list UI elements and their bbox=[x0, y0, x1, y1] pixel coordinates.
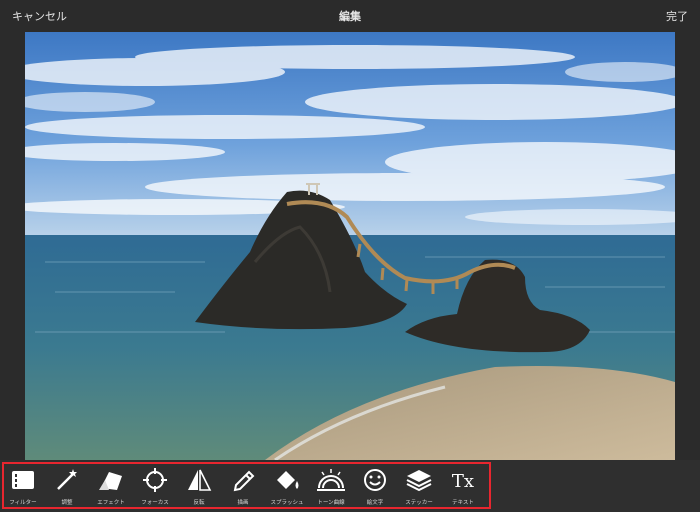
tool-tone-curve[interactable]: トーン曲線 bbox=[311, 466, 351, 508]
effect-icon bbox=[99, 472, 122, 490]
tool-splash[interactable]: スプラッシュ bbox=[267, 466, 307, 508]
focus-crosshair-icon bbox=[143, 468, 167, 492]
text-tx-icon: Tx bbox=[452, 471, 474, 492]
adjust-wand-icon bbox=[57, 469, 77, 490]
tool-filter[interactable]: フィルター bbox=[3, 466, 43, 508]
photo-canvas[interactable] bbox=[25, 32, 675, 460]
tone-curve-icon bbox=[317, 469, 345, 491]
tool-label: エフェクト bbox=[97, 500, 125, 506]
tool-label: ステッカー bbox=[405, 500, 433, 506]
filter-icon bbox=[12, 471, 34, 489]
photo-image bbox=[25, 32, 675, 460]
emoji-smiley-icon bbox=[364, 469, 386, 491]
flip-icon bbox=[188, 469, 212, 491]
tool-label: トーン曲線 bbox=[317, 500, 345, 506]
done-button[interactable]: 完了 bbox=[666, 8, 688, 24]
tool-sticker[interactable]: ステッカー bbox=[399, 466, 439, 508]
tool-label: フィルター bbox=[9, 500, 37, 506]
tool-label: 反転 bbox=[193, 500, 205, 506]
tool-focus[interactable]: フォーカス bbox=[135, 466, 175, 508]
tool-label: フォーカス bbox=[141, 500, 169, 506]
top-bar: キャンセル 編集 完了 bbox=[0, 0, 700, 32]
text-tool-glyph: Tx bbox=[452, 471, 474, 492]
tool-text[interactable]: Tx テキスト bbox=[443, 466, 483, 508]
tool-label: テキスト bbox=[452, 500, 474, 506]
tool-emoji[interactable]: 絵文字 bbox=[355, 466, 395, 508]
tool-adjust[interactable]: 調整 bbox=[47, 466, 87, 508]
sticker-layers-icon bbox=[406, 470, 432, 492]
tool-label: 絵文字 bbox=[366, 500, 384, 506]
tool-label: 描画 bbox=[237, 500, 249, 506]
tool-effect[interactable]: エフェクト bbox=[91, 466, 131, 508]
tool-label: 調整 bbox=[61, 500, 73, 506]
page-title: 編集 bbox=[339, 10, 361, 23]
tool-draw[interactable]: 描画 bbox=[223, 466, 263, 508]
tool-flip[interactable]: 反転 bbox=[179, 466, 219, 508]
splash-bucket-icon bbox=[277, 471, 299, 489]
edit-toolbar: フィルター 調整 エフェクト フォーカス 反転 描画 スプラッシュ トーン曲線 … bbox=[0, 460, 700, 512]
tool-label: スプラッシュ bbox=[270, 500, 304, 506]
pencil-icon bbox=[233, 470, 255, 492]
